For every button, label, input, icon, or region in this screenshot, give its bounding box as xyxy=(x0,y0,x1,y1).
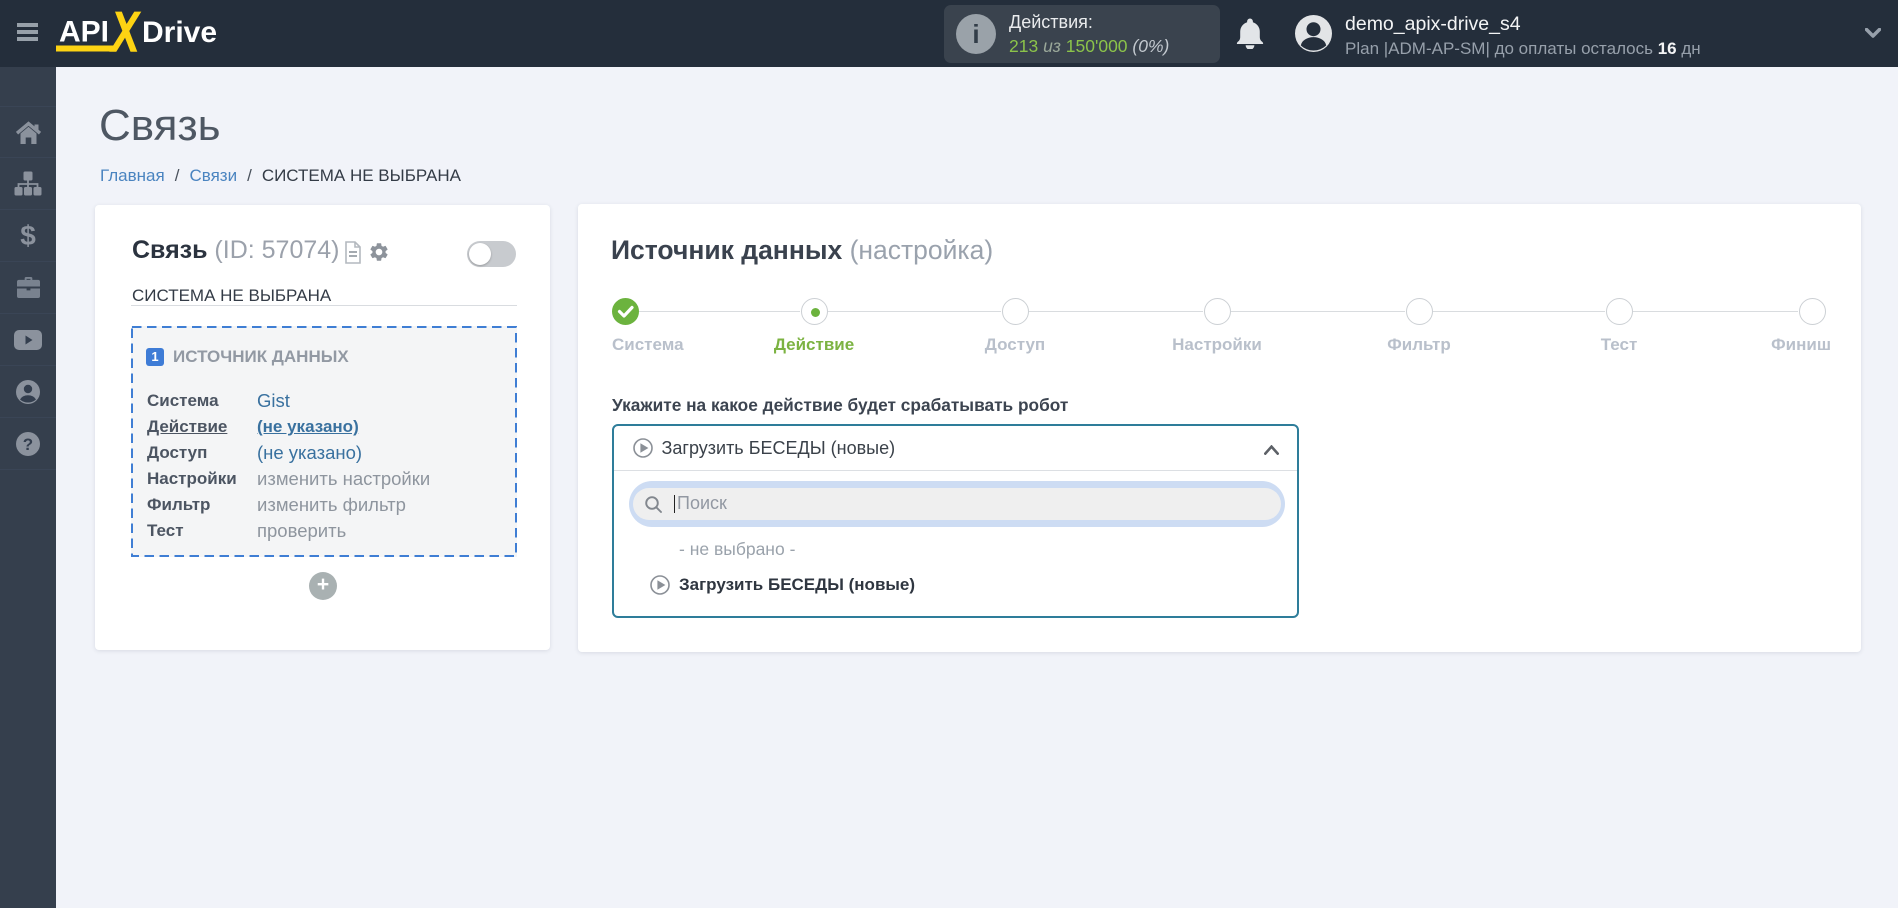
svg-text:API: API xyxy=(59,16,109,49)
svg-text:Drive: Drive xyxy=(142,16,217,49)
svg-text:$: $ xyxy=(20,222,36,250)
svg-text:?: ? xyxy=(23,435,33,454)
